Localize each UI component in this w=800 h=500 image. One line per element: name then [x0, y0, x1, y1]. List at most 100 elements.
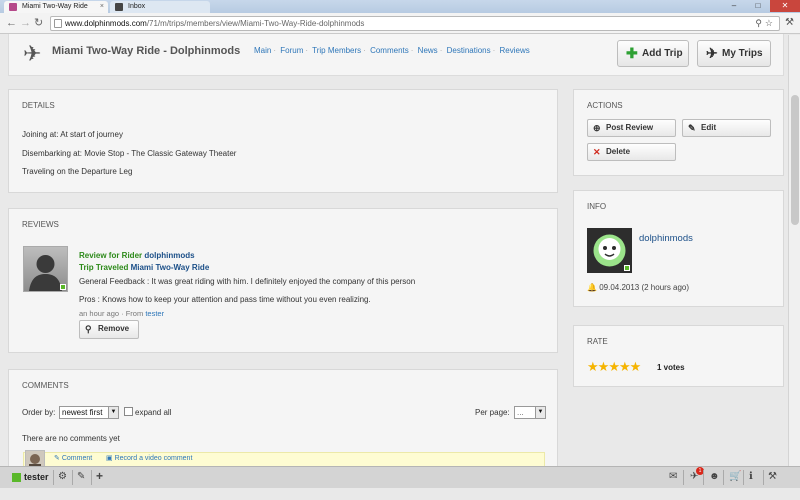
order-by-label: Order by: — [22, 408, 56, 417]
wrench-icon[interactable]: ⚒ — [785, 17, 794, 28]
review-for-label: Review for Rider — [79, 251, 143, 260]
bottombar-username[interactable]: tester — [24, 472, 49, 482]
profile-date-text: 09.04.2013 (2 hours ago) — [599, 283, 690, 292]
delete-label: Delete — [606, 147, 631, 156]
rate-panel: RATE ★★★★★ 1 votes — [573, 325, 784, 387]
notifications-icon[interactable]: ✈ 1 — [690, 467, 704, 482]
details-heading: DETAILS — [22, 101, 55, 110]
scrollbar-thumb[interactable] — [791, 95, 799, 225]
post-review-button[interactable]: ⊕ Post Review — [587, 119, 676, 137]
nav-comments[interactable]: Comments — [370, 46, 409, 55]
bookmark-star-icon[interactable]: ☆ — [765, 18, 776, 28]
friends-icon[interactable]: ☻ — [709, 471, 720, 482]
window-close-icon[interactable]: ✕ — [770, 0, 800, 12]
expand-all-label: expand all — [135, 408, 172, 417]
tab-miami-two-way-ride[interactable]: Miami Two-Way Ride × — [4, 1, 108, 13]
from-label: · From — [121, 309, 144, 318]
post-review-label: Post Review — [606, 123, 654, 132]
reload-icon[interactable]: ↻ — [34, 16, 43, 30]
page-scrollbar[interactable] — [788, 35, 800, 466]
star-icon[interactable]: ★ — [598, 359, 610, 374]
star-rating[interactable]: ★★★★★ — [587, 359, 642, 374]
window-controls: – □ ✕ — [722, 0, 800, 13]
chevron-down-icon: ▼ — [108, 407, 118, 418]
tab-label: Inbox — [128, 3, 146, 10]
per-page-select[interactable]: ... ▼ — [514, 406, 546, 419]
gear-icon[interactable]: ⚙ — [58, 471, 67, 482]
add-trip-button[interactable]: ✚ Add Trip — [617, 40, 689, 67]
page-icon — [54, 19, 62, 28]
tab-inbox[interactable]: Inbox — [110, 1, 210, 13]
comment-link-label: Comment — [61, 455, 93, 462]
nav-reviews[interactable]: Reviews — [500, 46, 530, 55]
site-favicon-icon — [9, 3, 17, 11]
chevron-down-icon: ▼ — [535, 407, 545, 418]
details-panel: DETAILS Joining at: At start of journey … — [8, 89, 558, 193]
nav-forum[interactable]: Forum — [280, 46, 303, 55]
remove-review-button[interactable]: ⚲ Remove — [79, 320, 139, 339]
star-icon[interactable]: ★ — [619, 359, 631, 374]
forward-icon[interactable]: → — [20, 16, 31, 30]
airplane-icon: ✈ — [706, 45, 718, 61]
comment-link[interactable]: ✎ Comment — [54, 454, 92, 462]
video-comment-link[interactable]: ▣ Record a video comment — [106, 454, 192, 462]
close-tab-icon[interactable]: × — [100, 1, 104, 13]
plus-icon: ✚ — [626, 45, 638, 61]
edit-button[interactable]: ✎ Edit — [682, 119, 771, 137]
no-comments-text: There are no comments yet — [22, 434, 120, 443]
mail-icon[interactable]: ✉ — [669, 471, 677, 482]
video-comment-label: Record a video comment — [114, 455, 193, 462]
profile-avatar[interactable] — [587, 228, 632, 273]
remove-label: Remove — [98, 324, 130, 333]
review-meta: an hour ago · From tester — [79, 309, 164, 318]
nav-news[interactable]: News — [418, 46, 438, 55]
url-domain: www.dolphinmods.com — [65, 19, 147, 28]
delete-button[interactable]: ✕ Delete — [587, 143, 676, 161]
cart-icon[interactable]: 🛒 — [729, 471, 741, 482]
zoom-icon[interactable]: ⚲ — [755, 18, 765, 28]
back-icon[interactable]: ← — [6, 16, 17, 30]
trip-link[interactable]: Miami Two-Way Ride — [131, 263, 210, 272]
votes-count: 1 votes — [657, 363, 685, 372]
my-trips-button[interactable]: ✈ My Trips — [697, 40, 771, 67]
expand-all-checkbox[interactable] — [124, 407, 133, 416]
add-icon[interactable]: + — [96, 469, 103, 483]
my-trips-label: My Trips — [722, 48, 763, 59]
nav-destinations[interactable]: Destinations — [447, 46, 491, 55]
profile-date: 🔔 09.04.2013 (2 hours ago) — [587, 283, 689, 292]
star-icon[interactable]: ★ — [630, 359, 642, 374]
video-icon: ▣ — [106, 455, 113, 462]
order-by-select[interactable]: newest first ▼ — [59, 406, 119, 419]
review-rider-link[interactable]: dolphinmods — [144, 251, 194, 260]
info-icon[interactable]: ℹ — [749, 471, 753, 482]
order-by-value: newest first — [62, 408, 103, 417]
online-status-dot — [60, 284, 66, 290]
actions-panel: ACTIONS ⊕ Post Review ✎ Edit ✕ Delete — [573, 89, 784, 176]
maximize-icon[interactable]: □ — [746, 0, 770, 12]
mail-favicon-icon — [115, 3, 123, 11]
nav-trip-members[interactable]: Trip Members — [312, 46, 361, 55]
nav-main[interactable]: Main — [254, 46, 271, 55]
star-icon[interactable]: ★ — [587, 359, 599, 374]
reviews-heading: REVIEWS — [22, 220, 59, 229]
reviewer-avatar[interactable] — [23, 246, 68, 292]
plus-circle-icon: ⊕ — [593, 123, 601, 133]
online-status-dot — [624, 265, 630, 271]
minimize-icon[interactable]: – — [722, 0, 746, 12]
review-time: an hour ago — [79, 309, 120, 318]
from-user-link[interactable]: tester — [145, 309, 164, 318]
comments-panel: COMMENTS Order by: newest first ▼ expand… — [8, 369, 558, 479]
actions-heading: ACTIONS — [587, 101, 623, 110]
per-page-label: Per page: — [475, 408, 510, 417]
edit-label: Edit — [701, 123, 717, 132]
address-bar[interactable]: www.dolphinmods.com/71/m/trips/members/v… — [50, 16, 780, 31]
wrench-icon[interactable]: ⚒ — [768, 471, 777, 482]
star-icon[interactable]: ★ — [608, 359, 620, 374]
profile-username-link[interactable]: dolphinmods — [639, 233, 693, 244]
add-trip-label: Add Trip — [642, 48, 683, 59]
browser-toolbar: ← → ↻ www.dolphinmods.com/71/m/trips/mem… — [0, 13, 800, 34]
airplane-icon: ✈ — [23, 41, 42, 66]
bottom-toolbar: tester ⚙ ✎ + ✉ ✈ 1 ☻ 🛒 ℹ ⚒ — [0, 466, 800, 488]
edit-icon[interactable]: ✎ — [77, 471, 85, 482]
page-title: Miami Two-Way Ride - Dolphinmods — [52, 45, 241, 57]
